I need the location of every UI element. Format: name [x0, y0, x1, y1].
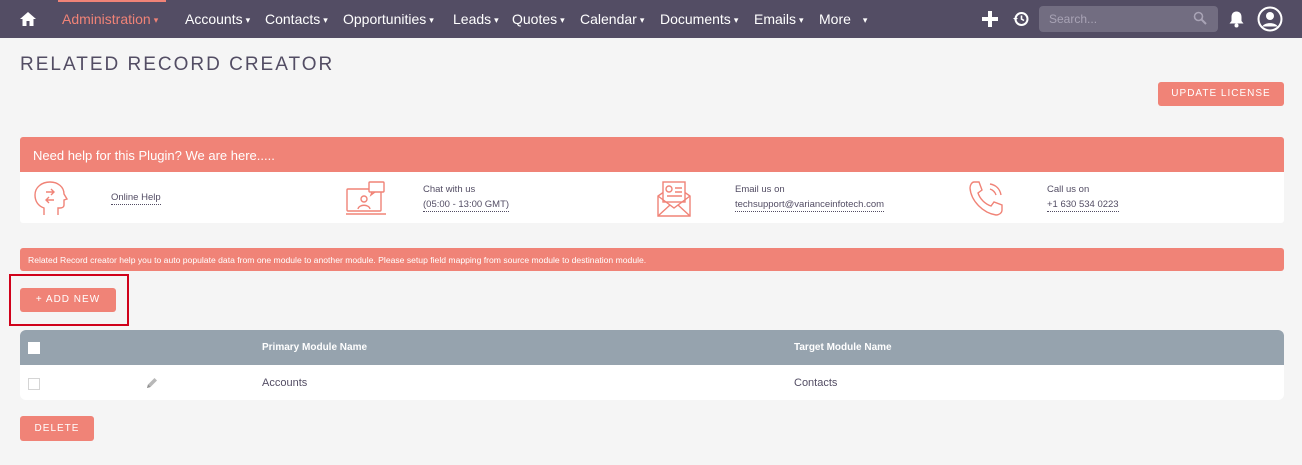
user-icon[interactable] — [1257, 6, 1283, 32]
delete-button[interactable]: DELETE — [20, 416, 94, 441]
online-help-link[interactable]: Online Help — [111, 192, 161, 205]
phone-icon — [969, 181, 1003, 216]
help-panel-header: Need help for this Plugin? We are here..… — [20, 137, 1284, 172]
nav-calendar[interactable]: Calendar ▾ — [580, 11, 644, 27]
chat-hours-link[interactable]: (05:00 - 13:00 GMT) — [423, 199, 510, 212]
nav-accounts[interactable]: Accounts ▾ — [185, 11, 250, 27]
nav-leads[interactable]: Leads ▾ — [453, 11, 499, 27]
history-icon[interactable] — [1012, 10, 1030, 28]
email-link[interactable]: techsupport@varianceinfotech.com — [735, 199, 885, 212]
email-icon — [657, 181, 691, 217]
pencil-icon[interactable] — [145, 376, 159, 390]
nav-quotes[interactable]: Quotes ▾ — [512, 11, 565, 27]
target-module-cell: Contacts — [794, 377, 838, 389]
table-row: Accounts Contacts — [20, 365, 1284, 400]
search-placeholder: Search... — [1049, 12, 1098, 26]
nav-more[interactable]: More ▾ — [819, 11, 867, 27]
nav-administration[interactable]: Administration ▾ — [62, 11, 158, 27]
primary-module-header[interactable]: Primary Module Name — [262, 342, 367, 353]
call-link[interactable]: +1 630 534 0223 — [1047, 199, 1119, 212]
chat-icon — [346, 181, 386, 215]
active-tab-indicator — [58, 0, 166, 2]
nav-contacts[interactable]: Contacts ▾ — [265, 11, 328, 27]
info-banner: Related Record creator help you to auto … — [20, 248, 1284, 271]
nav-opportunities[interactable]: Opportunities ▾ — [343, 11, 434, 27]
highlight-box — [9, 274, 129, 326]
page-title: RELATED RECORD CREATOR — [20, 54, 335, 75]
nav-emails[interactable]: Emails ▾ — [754, 11, 804, 27]
bell-icon[interactable] — [1228, 10, 1245, 28]
plus-icon[interactable] — [980, 9, 1000, 29]
primary-module-cell: Accounts — [262, 377, 308, 389]
target-module-header[interactable]: Target Module Name — [794, 342, 892, 353]
update-license-button[interactable]: UPDATE LICENSE — [1158, 82, 1284, 106]
email-label: Email us on — [735, 184, 785, 195]
select-all-checkbox[interactable] — [28, 342, 40, 354]
table-header: Primary Module Name Target Module Name — [20, 330, 1284, 365]
call-label: Call us on — [1047, 184, 1090, 195]
help-panel: Online Help Chat with us (05:00 - 13:00 … — [20, 172, 1284, 223]
search-icon[interactable] — [1193, 11, 1207, 25]
online-help-icon — [34, 181, 69, 215]
nav-documents[interactable]: Documents ▾ — [660, 11, 738, 27]
row-checkbox[interactable] — [28, 378, 40, 390]
top-navigation: Administration ▾ Accounts ▾ Contacts ▾ Oppo… — [0, 0, 1302, 38]
chat-label: Chat with us — [423, 184, 476, 195]
home-icon[interactable] — [18, 9, 38, 29]
